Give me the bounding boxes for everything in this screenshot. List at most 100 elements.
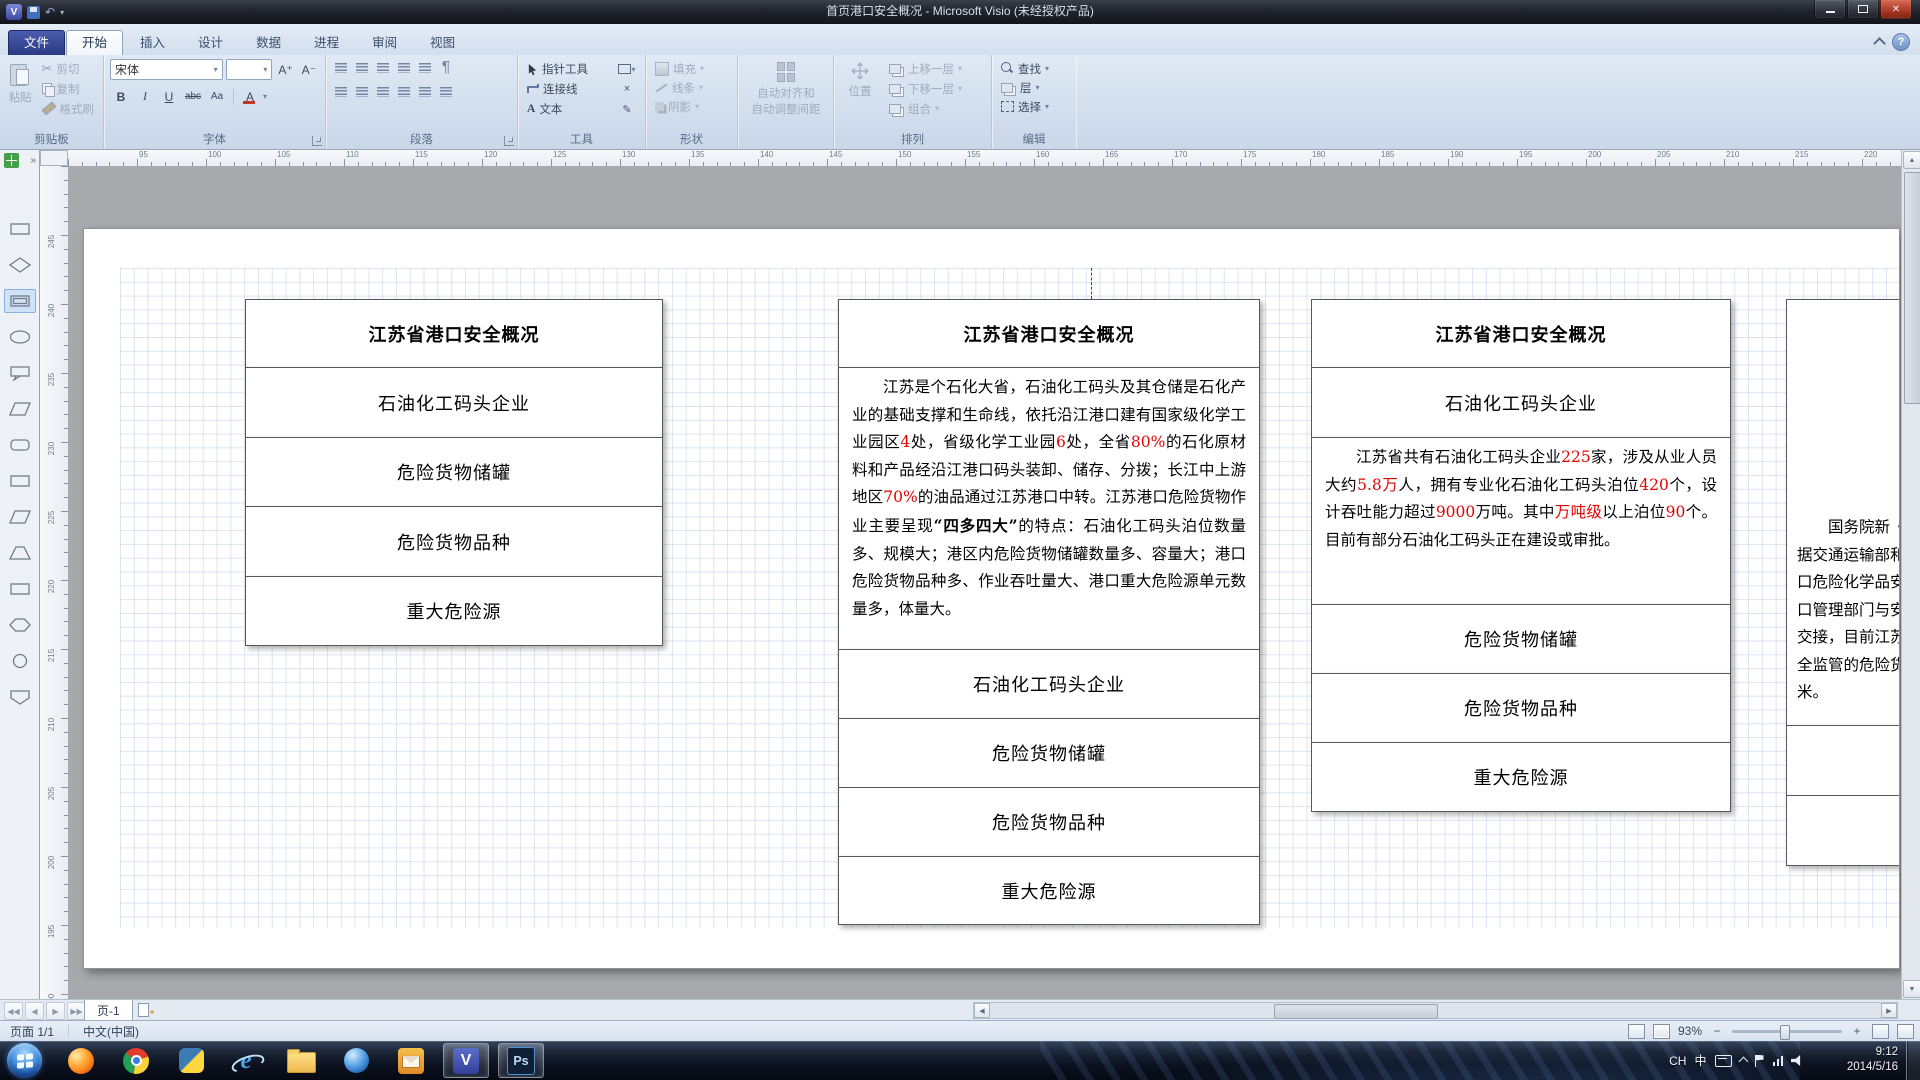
diagram-box[interactable]: 重大危险源 [1311,742,1731,812]
align-bottom-icon[interactable] [437,83,455,100]
start-button[interactable] [7,1043,42,1078]
globe-app-taskbar-button[interactable] [333,1043,379,1078]
chrome-taskbar-button[interactable] [113,1043,159,1078]
help-icon[interactable]: ? [1892,33,1910,51]
font-name-select[interactable]: 宋体▾ [110,59,223,80]
vertical-scrollbar[interactable]: ▲ ▼ [1901,150,1920,999]
zoom-slider-thumb[interactable] [1780,1025,1790,1040]
view-mode-icon[interactable] [1628,1024,1645,1039]
diagram-text-box[interactable]: 国务院新《据交通运输部和口危险化学品安口管理部门与安交接，目前江苏全监管的危险货… [1786,299,1900,726]
previous-page-button[interactable]: ◀ [25,1002,44,1020]
tab-design[interactable]: 设计 [182,30,239,55]
line-spacing-icon[interactable] [416,59,434,76]
stencil-shape-rectangle-icon[interactable] [4,217,36,241]
visio-taskbar-button[interactable]: V [443,1043,489,1078]
underline-button[interactable]: U [158,86,180,107]
mail-taskbar-button[interactable] [388,1043,434,1078]
bullets-icon[interactable] [332,59,350,76]
page-indicator[interactable]: 页面 1/1 [10,1023,54,1040]
stencil-shape-ellipse-icon[interactable] [4,325,36,349]
stencil-shape-trapezoid-icon[interactable] [4,541,36,565]
text-tool-button[interactable]: A 文本 [524,100,616,119]
diagram-text-box[interactable]: 江苏是个石化大省，石油化工码头及其仓储是石化产业的基础支撑和生命线，依托沿江港口… [838,367,1260,650]
stencil-shape-shield-icon[interactable] [4,685,36,709]
language-bar[interactable]: CH [1669,1054,1686,1068]
diagram-header-box[interactable]: 江苏省港口安全概况 [245,299,663,368]
diagram-box[interactable]: 危险货物储罐 [1311,604,1731,674]
stencil-shape-rounded-rectangle-icon[interactable] [4,433,36,457]
increase-indent-icon[interactable] [395,59,413,76]
firefox-taskbar-button[interactable] [58,1043,104,1078]
shrink-font-button[interactable]: A⁻ [299,59,319,80]
font-color-button[interactable]: A [239,86,261,107]
diagram-box[interactable] [1786,795,1900,866]
minimize-ribbon-icon[interactable] [1873,37,1886,50]
diagram-header-box[interactable]: 江苏省港口安全概况 [838,299,1260,368]
stencil-shape-diamond-icon[interactable] [4,253,36,277]
find-button[interactable]: 查找▾ [998,59,1070,78]
drawing-page[interactable]: 江苏省港口安全概况石油化工码头企业危险货物储罐危险货物品种重大危险源江苏省港口安… [83,228,1900,969]
maximize-button[interactable] [1847,0,1879,19]
connection-point-tool-button[interactable]: × [616,79,638,99]
language-indicator[interactable]: 中文(中国) [83,1023,139,1040]
minimize-button[interactable] [1814,0,1846,19]
tab-process[interactable]: 进程 [298,30,355,55]
group-shapes-button[interactable]: 组合▾ [886,99,965,118]
horizontal-scrollbar[interactable]: ◀ ▶ [973,1002,1898,1019]
position-button[interactable]: 位置 [840,59,880,118]
ie-taskbar-button[interactable]: e [223,1043,269,1078]
zoom-out-button[interactable]: − [1710,1024,1724,1038]
select-button[interactable]: 选择▾ [998,97,1070,116]
scroll-right-icon[interactable]: ▶ [1881,1003,1897,1018]
stencil-shape-callout-icon[interactable] [4,361,36,385]
expand-shapes-panel-icon[interactable]: » [30,155,35,166]
stencil-shape-rectangle-icon[interactable] [4,469,36,493]
scroll-up-icon[interactable]: ▲ [1903,151,1920,169]
keyboard-icon[interactable] [1715,1055,1732,1067]
stencil-shape-double-rectangle-icon[interactable] [4,289,36,313]
clock[interactable]: 9:12 2014/5/16 [1847,1045,1898,1075]
fit-page-icon[interactable] [1872,1024,1889,1039]
change-case-button[interactable]: Aa [206,86,228,107]
copy-button[interactable]: 复制 [39,79,98,98]
stencil-shape-circle-icon[interactable] [4,649,36,673]
show-desktop-button[interactable] [1906,1041,1920,1080]
rectangle-tool-button[interactable]: ▾ [616,59,638,79]
strikethrough-button[interactable]: abc [182,86,204,107]
stencil-shape-rectangle-icon[interactable] [4,577,36,601]
font-color-dropdown-icon[interactable]: ▾ [263,92,267,101]
format-painter-button[interactable]: 格式刷 [39,99,98,118]
diagram-text-box[interactable]: 江苏省共有石油化工码头企业225家，涉及从业人员大约5.8万人，拥有专业化石油化… [1311,437,1731,605]
diagram-box[interactable]: 石油化工码头企业 [838,649,1260,719]
close-button[interactable]: ✕ [1880,0,1912,19]
page-tab[interactable]: 页-1 [84,1000,133,1021]
numbering-icon[interactable] [353,59,371,76]
network-icon[interactable] [1773,1055,1784,1066]
bring-forward-button[interactable]: 上移一层▾ [886,59,965,78]
shadow-button[interactable]: 阴影▾ [652,97,731,116]
paragraph-mark-icon[interactable]: ¶ [437,59,455,76]
align-center-icon[interactable] [353,83,371,100]
tab-home[interactable]: 开始 [66,30,123,55]
diagram-box[interactable]: 重大危险源 [838,856,1260,925]
fullscreen-icon[interactable] [1897,1024,1914,1039]
font-dialog-launcher-icon[interactable] [312,136,322,146]
diagram-box[interactable]: 危险货物品种 [245,506,663,577]
diagram-box[interactable]: 石油化工码头企业 [245,367,663,438]
align-left-icon[interactable] [332,83,350,100]
drawing-canvas[interactable]: 江苏省港口安全概况石油化工码头企业危险货物储罐危险货物品种重大危险源江苏省港口安… [68,166,1901,999]
tab-file[interactable]: 文件 [8,30,65,55]
tab-data[interactable]: 数据 [240,30,297,55]
layers-button[interactable]: 层▾ [998,78,1070,97]
show-hidden-icons-icon[interactable] [1738,1057,1748,1067]
send-backward-button[interactable]: 下移一层▾ [886,79,965,98]
grow-font-button[interactable]: A⁺ [275,59,295,80]
diagram-box[interactable]: 重大危险源 [245,576,663,646]
font-size-select[interactable]: ▾ [226,59,273,80]
next-page-button[interactable]: ▶ [46,1002,65,1020]
insert-page-button[interactable]: * [136,1003,152,1017]
horizontal-scroll-thumb[interactable] [1274,1004,1438,1019]
vertical-scroll-thumb[interactable] [1904,172,1920,404]
volume-icon[interactable] [1791,1055,1804,1066]
italic-button[interactable]: I [134,86,156,107]
